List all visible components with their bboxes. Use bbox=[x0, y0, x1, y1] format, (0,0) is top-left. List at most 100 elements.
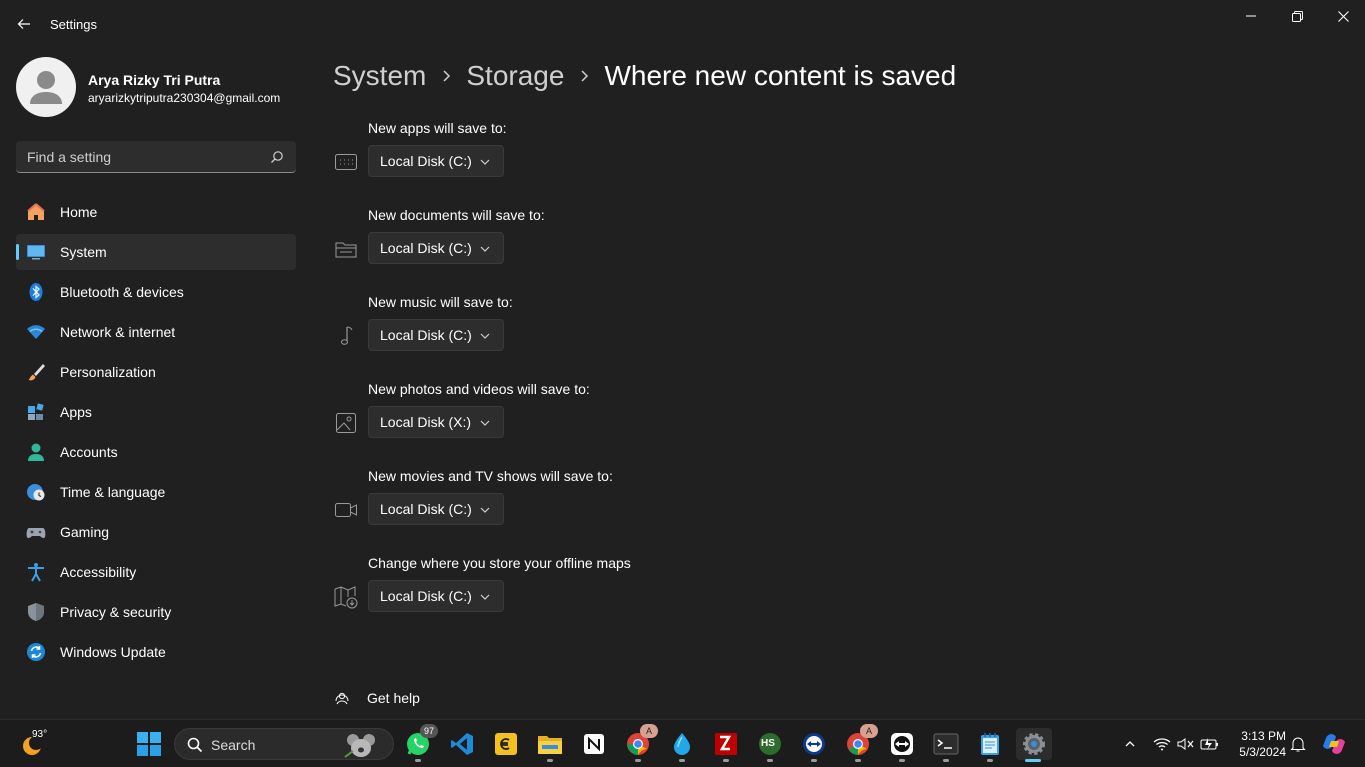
photos-location-dropdown[interactable]: Local Disk (X:) bbox=[368, 406, 504, 438]
avatar[interactable] bbox=[16, 57, 76, 117]
video-camera-icon bbox=[333, 497, 359, 523]
taskbar-hs-app[interactable]: HS bbox=[754, 728, 786, 762]
sidebar-item-home[interactable]: Home bbox=[16, 194, 296, 230]
remote-app-icon bbox=[891, 733, 913, 755]
music-location-dropdown[interactable]: Local Disk (C:) bbox=[368, 319, 504, 351]
taskbar-teamviewer-2[interactable] bbox=[886, 728, 918, 762]
sidebar-item-accessibility[interactable]: Accessibility bbox=[16, 554, 296, 590]
get-help-link[interactable]: Get help bbox=[333, 688, 420, 708]
taskbar-notion[interactable] bbox=[578, 728, 610, 760]
app-indicator bbox=[943, 759, 949, 762]
taskbar-settings[interactable] bbox=[1016, 728, 1052, 762]
notion-icon bbox=[584, 734, 604, 754]
photos-save-label: New photos and videos will save to: bbox=[368, 381, 590, 397]
account-icon bbox=[26, 442, 46, 462]
movies-location-dropdown[interactable]: Local Disk (C:) bbox=[368, 493, 504, 525]
taskbar-notepad[interactable] bbox=[974, 728, 1006, 762]
maps-location-dropdown[interactable]: Local Disk (C:) bbox=[368, 580, 504, 612]
folder-icon bbox=[333, 236, 359, 262]
taskbar-edge-app[interactable] bbox=[666, 728, 698, 762]
chevron-right-icon bbox=[426, 69, 466, 83]
sidebar-item-label: Privacy & security bbox=[60, 604, 172, 620]
sidebar-item-gaming[interactable]: Gaming bbox=[16, 514, 296, 550]
taskbar-coin-app[interactable] bbox=[490, 728, 522, 760]
vscode-icon bbox=[451, 733, 473, 755]
shield-icon bbox=[26, 602, 46, 622]
tray-volume[interactable] bbox=[1174, 732, 1198, 756]
sidebar-item-windows-update[interactable]: Windows Update bbox=[16, 634, 296, 670]
chevron-down-icon bbox=[480, 594, 490, 600]
taskbar-whatsapp[interactable]: 97 bbox=[402, 724, 438, 762]
sidebar-item-label: System bbox=[60, 244, 107, 260]
sidebar-item-label: Network & internet bbox=[60, 324, 176, 340]
sidebar-item-time-language[interactable]: Time & language bbox=[16, 474, 296, 510]
sidebar-item-personalization[interactable]: Personalization bbox=[16, 354, 296, 390]
taskbar-terminal[interactable] bbox=[930, 728, 962, 762]
filezilla-icon bbox=[715, 733, 737, 755]
bell-icon bbox=[1290, 737, 1306, 752]
user-email: aryarizkytriputra230304@gmail.com bbox=[88, 91, 281, 105]
maximize-button[interactable] bbox=[1274, 0, 1320, 32]
wifi-icon bbox=[26, 322, 46, 342]
back-button[interactable] bbox=[12, 12, 36, 36]
sidebar-item-apps[interactable]: Apps bbox=[16, 394, 296, 430]
sidebar-item-network[interactable]: Network & internet bbox=[16, 314, 296, 350]
start-button[interactable] bbox=[137, 732, 161, 756]
dropdown-value: Local Disk (C:) bbox=[380, 501, 472, 517]
apps-location-dropdown[interactable]: Local Disk (C:) bbox=[368, 145, 504, 177]
tray-copilot[interactable] bbox=[1322, 732, 1346, 756]
gamepad-icon bbox=[26, 522, 46, 542]
breadcrumb-storage[interactable]: Storage bbox=[466, 60, 564, 92]
image-icon bbox=[333, 410, 359, 436]
dropdown-value: Local Disk (C:) bbox=[380, 240, 472, 256]
app-title: Settings bbox=[50, 17, 97, 32]
settings-search[interactable] bbox=[16, 141, 296, 173]
close-button[interactable] bbox=[1320, 0, 1365, 32]
clock-date[interactable]: 5/3/2024 bbox=[1226, 745, 1286, 759]
notepad-icon bbox=[981, 733, 999, 755]
user-name: Arya Rizky Tri Putra bbox=[88, 72, 221, 88]
sidebar-nav: Home System Bluetooth & devices Network … bbox=[16, 194, 296, 674]
brush-icon bbox=[26, 362, 46, 382]
weather-widget[interactable]: 93° bbox=[20, 728, 52, 760]
sidebar-item-accounts[interactable]: Accounts bbox=[16, 434, 296, 470]
gear-icon bbox=[1023, 733, 1045, 755]
tray-notifications[interactable] bbox=[1286, 732, 1310, 756]
clock-time[interactable]: 3:13 PM bbox=[1238, 729, 1286, 743]
sidebar-item-bluetooth[interactable]: Bluetooth & devices bbox=[16, 274, 296, 310]
chevron-right-icon bbox=[564, 69, 604, 83]
taskbar-chrome-2[interactable]: A bbox=[842, 724, 878, 762]
app-indicator bbox=[415, 759, 421, 762]
close-icon bbox=[1337, 10, 1349, 22]
tray-overflow-button[interactable] bbox=[1118, 732, 1142, 756]
chevron-up-icon bbox=[1125, 741, 1135, 747]
minimize-button[interactable] bbox=[1228, 0, 1274, 32]
user-placeholder-icon bbox=[30, 71, 62, 104]
teamviewer-icon bbox=[803, 733, 825, 755]
restore-icon bbox=[1291, 10, 1303, 22]
taskbar-chrome[interactable]: A bbox=[622, 724, 658, 762]
taskbar-vscode[interactable] bbox=[446, 728, 478, 760]
search-input[interactable] bbox=[16, 141, 266, 172]
tray-battery[interactable] bbox=[1198, 732, 1222, 756]
weather-temp: 93° bbox=[32, 729, 48, 740]
taskbar-file-explorer[interactable] bbox=[534, 728, 566, 762]
app-indicator bbox=[723, 759, 729, 762]
taskbar-teamviewer[interactable] bbox=[798, 728, 830, 762]
sidebar-item-privacy[interactable]: Privacy & security bbox=[16, 594, 296, 630]
movies-save-label: New movies and TV shows will save to: bbox=[368, 468, 613, 484]
app-indicator bbox=[547, 759, 553, 762]
profile-badge: A bbox=[640, 724, 658, 738]
sidebar-item-system[interactable]: System bbox=[16, 234, 296, 270]
documents-location-dropdown[interactable]: Local Disk (C:) bbox=[368, 232, 504, 264]
breadcrumb-system[interactable]: System bbox=[333, 60, 426, 92]
apps-save-label: New apps will save to: bbox=[368, 120, 507, 136]
tray-wifi[interactable] bbox=[1150, 732, 1174, 756]
chevron-down-icon bbox=[480, 507, 490, 513]
coin-app-icon bbox=[495, 733, 517, 755]
sidebar-item-label: Gaming bbox=[60, 524, 110, 540]
taskbar-search[interactable]: Search bbox=[174, 728, 394, 760]
sidebar-item-label: Accessibility bbox=[60, 564, 137, 580]
taskbar-filezilla[interactable] bbox=[710, 728, 742, 762]
dropdown-value: Local Disk (C:) bbox=[380, 588, 472, 604]
